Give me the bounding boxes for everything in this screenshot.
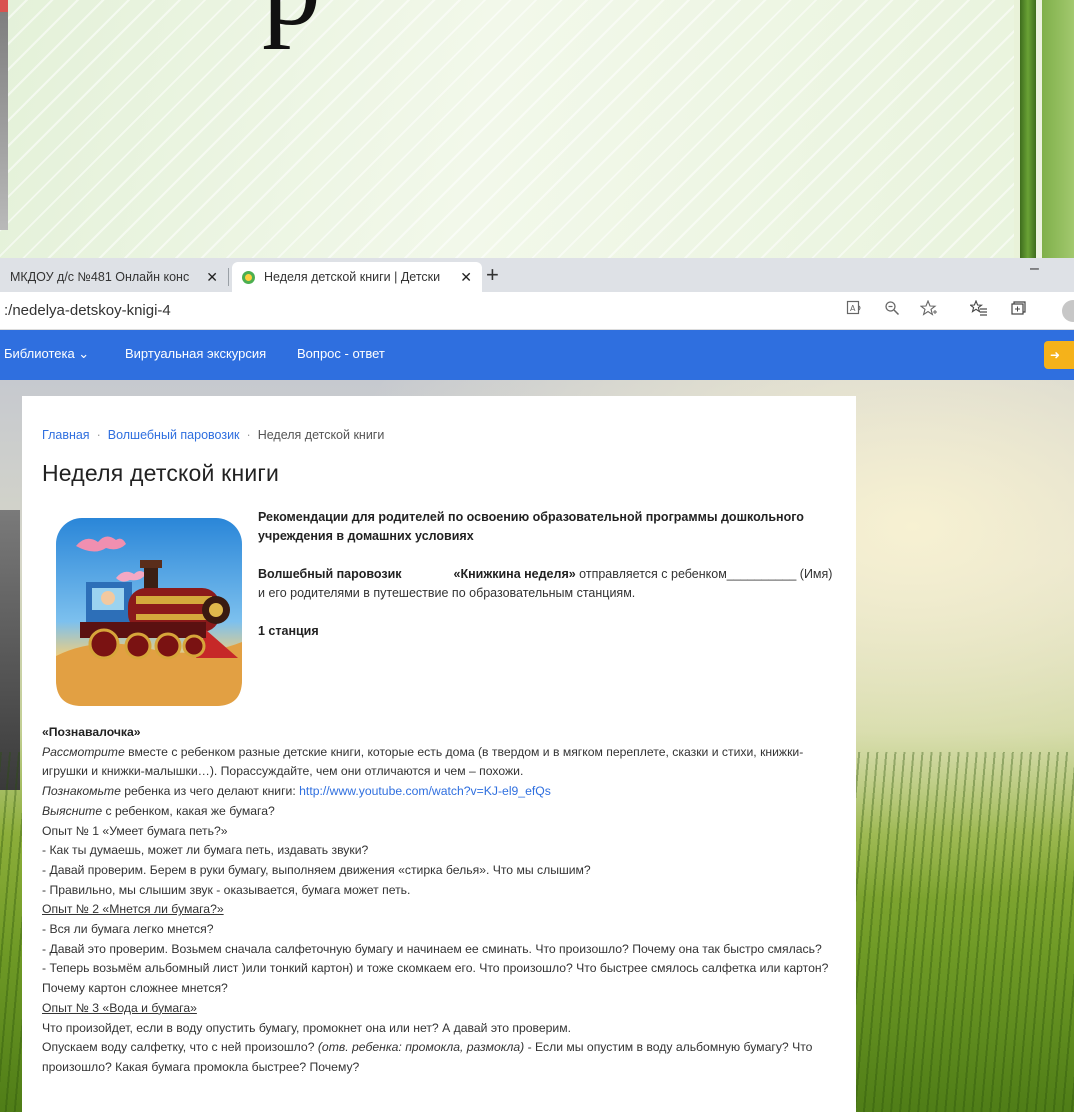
breadcrumb-current: Неделя детской книги [257,428,385,442]
experiment-1-title: Опыт № 1 «Умеет бумага петь?» [42,823,228,838]
text: с ребенком, какая же бумага? [102,803,275,818]
experiment-2-line: - Теперь возьмём альбомный лист )или тон… [42,961,829,996]
paragraph-examine-books: Рассмотрите вместе с ребенком разные дет… [42,743,842,782]
experiment-2-line: - Вся ли бумага легко мнется? [42,922,214,937]
left-edge-shadow [0,510,20,790]
site-favicon-icon [242,270,255,284]
section-title: «Познавалочка» [42,725,141,739]
experiment-1-line: - Правильно, мы слышим звук - оказываетс… [42,882,411,897]
presentation-slide-background: р [0,0,1074,260]
week-name: «Книжкина неделя» [453,567,576,581]
experiment-1-line: - Как ты думаешь, может ли бумага петь, … [42,843,369,858]
intro-trip-paragraph: Волшебный паровозик «Книжкина неделя» отп… [258,565,836,603]
emphasis: Познакомьте [42,784,121,799]
text: вместе с ребенком разные детские книги, … [42,744,804,779]
article-body: «Познавалочка» Рассмотрите вместе с ребе… [42,723,842,1078]
tab-separator [228,268,229,286]
login-button[interactable]: ➜ [1044,341,1074,369]
experiment-3-title: Опыт № 3 «Вода и бумага» [42,1000,197,1015]
site-navigation-bar: Библиотека ⌄ Виртуальная экскурсия Вопро… [0,330,1074,380]
experiment-1-line: - Давай проверим. Берем в руки бумагу, в… [42,862,591,877]
train-name: Волшебный паровозик [258,567,402,581]
tab-label: Неделя детской книги | Детски [264,270,441,284]
magic-train-illustration [56,518,242,706]
url-field[interactable]: :/nedelya-detskoy-knigi-4 [4,302,171,319]
paragraph-introduce: Познакомьте ребенка из чего делают книги… [42,782,842,802]
minimize-window-button[interactable]: – [1030,260,1039,278]
profile-avatar-icon[interactable] [1062,300,1074,322]
tab-mkdou[interactable]: МКДОУ д/с №481 Онлайн конс ✕ [0,262,228,292]
experiment-3-line: Что произойдет, если в воду опустить бум… [42,1020,571,1035]
breadcrumb-section-link[interactable]: Волшебный паровозик [108,428,240,442]
article-card: Главная · Волшебный паровозик · Неделя детск… [22,396,856,1112]
station-label: 1 станция [258,624,319,638]
nav-item-virtual-tour[interactable]: Виртуальная экскурсия [125,346,266,361]
experiment-3-line: Опускаем воду салфетку, что с ней произо… [42,1038,842,1077]
nav-item-library[interactable]: Библиотека ⌄ [4,346,89,362]
paragraph-find-out: Выясните с ребенком, какая же бумага? [42,802,842,822]
new-tab-button[interactable]: + [486,261,499,289]
emphasis: Рассмотрите [42,744,125,759]
browser-address-bar: :/nedelya-detskoy-knigi-4 A [0,292,1074,330]
zoom-icon[interactable] [884,300,900,322]
experiment-2-title: Опыт № 2 «Мнется ли бумага?» [42,902,224,917]
browser-tab-bar: МКДОУ д/с №481 Онлайн конс ✕ Неделя детс… [0,258,1074,292]
close-tab-icon[interactable]: ✕ [460,269,472,286]
close-tab-icon[interactable]: ✕ [206,269,218,286]
favorites-list-icon[interactable] [968,299,988,322]
intro-heading: Рекомендации для родителей по освоению о… [258,510,804,543]
page-title: Неделя детской книги [42,460,280,486]
breadcrumb-home-link[interactable]: Главная [42,428,90,442]
emphasis: (отв. ребенка: промокла, размокла) [317,1040,525,1055]
slide-right-decoration [1014,0,1074,260]
experiment-2-line: - Давай это проверим. Возьмем сначала са… [42,941,822,956]
youtube-link[interactable]: http://www.youtube.com/watch?v=KJ-el9_ef… [299,784,551,798]
emphasis: Выясните [42,803,103,818]
add-favorite-star-icon[interactable] [919,299,938,322]
tab-nedelya-detskoy-knigi[interactable]: Неделя детской книги | Детски ✕ [232,262,482,292]
intro-block: Рекомендации для родителей по освоению о… [258,508,836,641]
slide-title-fragment: р [262,0,321,44]
read-aloud-icon[interactable]: A [846,300,862,322]
slide-left-edge [0,0,8,230]
text: ребенка из чего делают книги: [120,784,300,799]
nav-item-questions-answers[interactable]: Вопрос - ответ [297,346,385,361]
text: Опускаем воду салфетку, что с ней произо… [42,1040,318,1055]
tab-label: МКДОУ д/с №481 Онлайн конс [10,270,190,284]
svg-text:A: A [850,304,856,313]
breadcrumb: Главная · Волшебный паровозик · Неделя детск… [42,428,385,442]
collections-icon[interactable] [1010,300,1026,322]
